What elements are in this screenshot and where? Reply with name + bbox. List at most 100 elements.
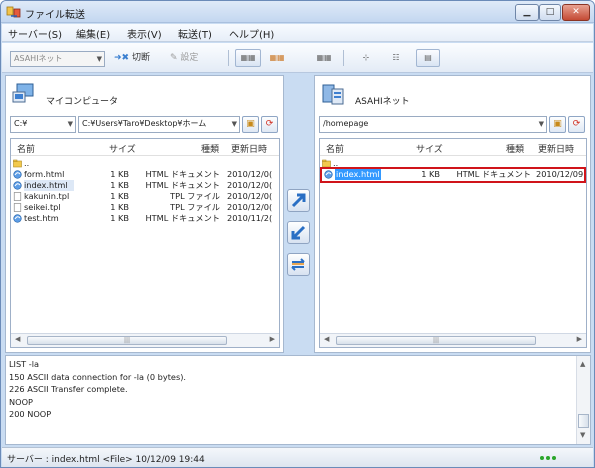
pencil-icon: ✎ <box>170 53 178 63</box>
tree-view-icon[interactable]: ⊹ <box>356 49 376 67</box>
file-name: form.html <box>24 169 65 179</box>
close-button[interactable]: ✕ <box>562 4 590 21</box>
local-pane-header: マイコンピュータ <box>12 82 292 110</box>
chevron-down-icon: ▼ <box>538 120 544 128</box>
file-row[interactable]: .. <box>320 158 586 169</box>
file-type: HTML ドキュメント <box>145 180 220 190</box>
server-icon <box>322 84 344 105</box>
scroll-down-icon[interactable]: ▼ <box>580 429 585 442</box>
scroll-left-icon[interactable]: ◀ <box>15 335 20 343</box>
file-date: 2010/12/0( <box>227 180 273 190</box>
title-bar: ファイル転送 ▁ □ ✕ <box>1 1 594 23</box>
col-name[interactable]: 名前 <box>17 142 35 155</box>
local-path-combo[interactable]: C:¥Users¥Taro¥Desktop¥ホーム ▼ <box>78 116 240 133</box>
scroll-thumb[interactable] <box>578 414 589 428</box>
computer-icon <box>12 83 34 103</box>
local-view-icon[interactable]: ▦▦ <box>235 49 261 67</box>
log-line: LIST -la <box>9 359 40 369</box>
menu-transfer[interactable]: 転送(T) <box>178 26 212 41</box>
file-type: TPL ファイル <box>170 202 220 212</box>
chevron-down-icon: ▼ <box>231 117 237 131</box>
horizontal-scrollbar[interactable]: ◀ ||| ▶ <box>11 333 279 347</box>
file-row[interactable]: index.html 1 KB HTML ドキュメント 2010/12/09 <box>320 167 586 183</box>
file-date: 2010/12/0( <box>227 202 273 212</box>
sync-icon <box>291 258 305 271</box>
vertical-scrollbar[interactable]: ▲ ▼ <box>576 356 590 444</box>
menu-server[interactable]: サーバー(S) <box>8 26 62 41</box>
drive-select[interactable]: C:¥ ▼ <box>10 116 76 133</box>
col-type[interactable]: 種類 <box>506 142 524 155</box>
horizontal-scrollbar[interactable]: ◀ ||| ▶ <box>320 333 586 347</box>
toolbar: ASAHIネット ▼ ➜✖ 切断 ✎ 設定 ▦▦ ▦▦ ▦▦ ⊹ ☷ ▤ <box>2 43 593 73</box>
upload-button[interactable] <box>287 189 310 212</box>
detail-view-icon[interactable]: ▤ <box>416 49 440 67</box>
remote-view-icon[interactable]: ▦▦ <box>265 49 289 67</box>
file-name: seikei.tpl <box>24 202 61 212</box>
html-file-icon <box>13 170 22 179</box>
html-file-icon <box>324 170 333 179</box>
col-name[interactable]: 名前 <box>326 142 344 155</box>
log-line: NOOP <box>9 396 33 407</box>
scroll-right-icon[interactable]: ▶ <box>577 335 582 343</box>
sync-view-icon[interactable]: ▦▦ <box>312 49 336 67</box>
upload-arrow-icon <box>291 193 306 208</box>
parent-folder-button[interactable]: ▣ <box>549 116 566 133</box>
html-file-icon <box>13 214 22 223</box>
menu-edit[interactable]: 編集(E) <box>76 26 110 41</box>
parent-folder-button[interactable]: ▣ <box>242 116 259 133</box>
refresh-button[interactable]: ⟳ <box>568 116 585 133</box>
local-path-row: C:¥ ▼ C:¥Users¥Taro¥Desktop¥ホーム ▼ ▣ ⟳ <box>10 116 280 134</box>
menu-bar: サーバー(S) 編集(E) 表示(V) 転送(T) ヘルプ(H) <box>2 24 593 42</box>
list-header: 名前 サイズ 種類 更新日時 <box>320 139 586 156</box>
log-panel: LIST -la 150 ASCII data connection for -l… <box>5 355 591 445</box>
file-date: 2010/12/09 <box>536 169 584 179</box>
status-indicator-icon <box>552 456 556 460</box>
scroll-right-icon[interactable]: ▶ <box>270 335 275 343</box>
refresh-button[interactable]: ⟳ <box>261 116 278 133</box>
server-combo-value: ASAHIネット <box>14 54 63 63</box>
local-pane-title: マイコンピュータ <box>46 97 119 107</box>
scroll-up-icon[interactable]: ▲ <box>580 358 585 371</box>
minimize-button[interactable]: ▁ <box>515 4 539 21</box>
remote-pane-title: ASAHIネット <box>355 97 410 107</box>
settings-button[interactable]: ✎ 設定 <box>170 49 198 67</box>
status-indicator-icon <box>546 456 550 460</box>
sync-button[interactable] <box>287 253 310 276</box>
file-size: 1 KB <box>110 169 129 179</box>
remote-path-combo[interactable]: /homepage ▼ <box>319 116 547 133</box>
file-type: HTML ドキュメント <box>145 169 220 179</box>
file-row[interactable]: seikei.tpl 1 KB TPL ファイル 2010/12/0( <box>11 202 279 213</box>
col-date[interactable]: 更新日時 <box>231 142 267 155</box>
col-size[interactable]: サイズ <box>416 142 443 155</box>
log-line: 150 ASCII data connection for -la (0 byt… <box>9 371 187 382</box>
refresh-icon: ⟳ <box>572 119 581 129</box>
menu-help[interactable]: ヘルプ(H) <box>229 26 274 41</box>
scroll-left-icon[interactable]: ◀ <box>324 335 329 343</box>
maximize-button[interactable]: □ <box>539 4 561 21</box>
file-row[interactable]: index.html 1 KB HTML ドキュメント 2010/12/0( <box>11 180 279 191</box>
menu-view[interactable]: 表示(V) <box>127 26 162 41</box>
list-view-icon[interactable]: ☷ <box>386 49 406 67</box>
col-date[interactable]: 更新日時 <box>538 142 574 155</box>
disconnect-icon: ➜✖ <box>114 53 130 63</box>
file-row[interactable]: kakunin.tpl 1 KB TPL ファイル 2010/12/0( <box>11 191 279 202</box>
file-row[interactable]: form.html 1 KB HTML ドキュメント 2010/12/0( <box>11 169 279 180</box>
text-file-icon <box>13 192 22 201</box>
local-file-list: 名前 サイズ 種類 更新日時 .. form.html 1 KB HTML ドキュメン… <box>10 138 280 348</box>
disconnect-label: 切断 <box>131 53 150 63</box>
col-size[interactable]: サイズ <box>109 142 136 155</box>
disconnect-button[interactable]: ➜✖ 切断 <box>114 49 150 67</box>
file-row[interactable]: test.htm 1 KB HTML ドキュメント 2010/11/2( <box>11 213 279 224</box>
download-arrow-icon <box>291 225 306 240</box>
remote-pane: ASAHIネット /homepage ▼ ▣ ⟳ 名前 サイズ 種類 更新日時 … <box>314 75 591 353</box>
file-row[interactable]: .. <box>11 158 279 169</box>
status-indicator-icon <box>540 456 544 460</box>
remote-path-row: /homepage ▼ ▣ ⟳ <box>319 116 587 134</box>
col-type[interactable]: 種類 <box>201 142 219 155</box>
scroll-thumb[interactable]: ||| <box>27 336 227 345</box>
server-combo[interactable]: ASAHIネット ▼ <box>10 51 105 67</box>
file-type: HTML ドキュメント <box>456 169 531 179</box>
scroll-thumb[interactable]: ||| <box>336 336 536 345</box>
download-button[interactable] <box>287 221 310 244</box>
file-name: .. <box>24 158 30 168</box>
